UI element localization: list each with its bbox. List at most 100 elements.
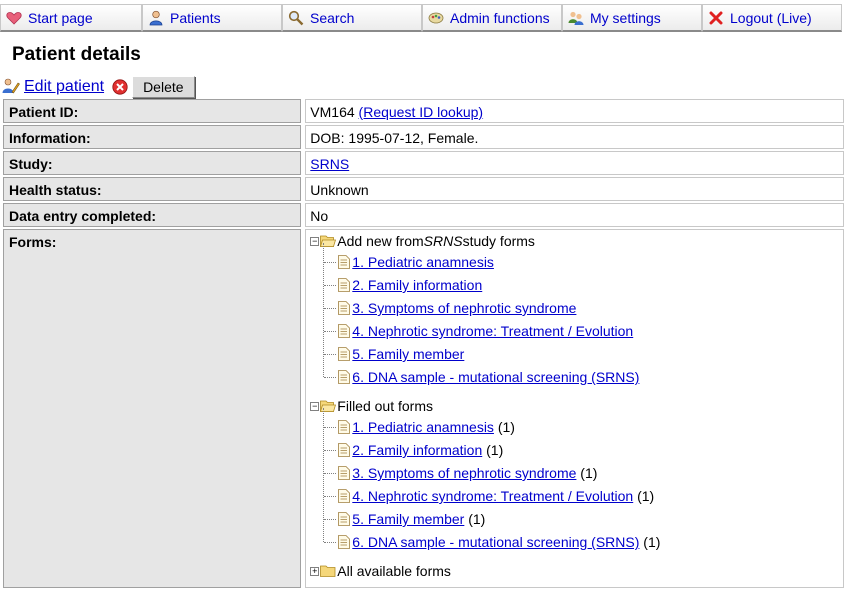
form-filled-out-item: 4. Nephrotic syndrome: Treatment / Evolu… — [338, 486, 654, 506]
nav-logout-label: Logout (Live) — [730, 9, 812, 26]
tree-connector-branch — [324, 262, 337, 263]
study-cell: SRNS — [305, 151, 844, 175]
form-add-new-item: 5. Family member — [338, 344, 464, 364]
tree-connector-branch — [324, 308, 337, 309]
patient-id-label: Patient ID: — [3, 99, 302, 123]
expand-toggle-icon[interactable]: + — [310, 566, 320, 576]
row-health-status: Health status: Unknown — [3, 177, 844, 201]
patient-actions: Edit patient Delete — [2, 76, 195, 98]
patient-id-cell: VM164 (Request ID lookup) — [305, 99, 844, 123]
form-count: (1) — [639, 534, 661, 550]
form-link[interactable]: 2. Family information — [352, 277, 482, 293]
form-count: (1) — [464, 511, 486, 527]
top-navigation: Start page Patients Search Admin functio… — [0, 4, 844, 32]
form-link[interactable]: 4. Nephrotic syndrome: Treatment / Evolu… — [352, 323, 633, 339]
form-link[interactable]: 5. Family member — [352, 511, 464, 527]
patient-details-table: Patient ID: VM164 (Request ID lookup) In… — [3, 99, 844, 590]
tree-connector-branch — [324, 519, 337, 520]
form-link[interactable]: 6. DNA sample - mutational screening (SR… — [352, 534, 639, 550]
nav-admin-functions-label: Admin functions — [450, 9, 550, 26]
nav-my-settings-label: My settings — [590, 9, 661, 26]
edit-patient-link[interactable]: Edit patient — [24, 78, 104, 96]
form-add-new-item: 1. Pediatric anamnesis — [338, 252, 494, 272]
form-filled-out-item: 1. Pediatric anamnesis (1) — [338, 417, 515, 437]
tree-connector-branch — [324, 354, 337, 355]
tree-connector-branch — [324, 377, 337, 378]
document-icon — [338, 324, 352, 338]
nav-search[interactable]: Search — [282, 4, 422, 32]
row-information: Information: DOB: 1995-07-12, Female. — [3, 125, 844, 149]
form-add-new-item: 2. Family information — [338, 275, 482, 295]
document-icon — [338, 420, 352, 434]
information-label: Information: — [3, 125, 302, 149]
study-label: Study: — [3, 151, 302, 175]
document-icon — [338, 535, 352, 549]
form-link[interactable]: 1. Pediatric anamnesis — [352, 419, 494, 435]
red-x-icon — [708, 10, 724, 26]
tree-node-add-new[interactable]: − Add new from SRNS study forms — [310, 231, 535, 251]
nav-patients[interactable]: Patients — [142, 4, 282, 32]
delete-button[interactable]: Delete — [132, 76, 195, 98]
document-icon — [338, 347, 352, 361]
row-data-entry-completed: Data entry completed: No — [3, 203, 844, 227]
nav-admin-functions[interactable]: Admin functions — [422, 4, 562, 32]
document-icon — [338, 255, 352, 269]
tree-connector-line — [323, 408, 325, 542]
form-link[interactable]: 1. Pediatric anamnesis — [352, 254, 494, 270]
edit-patient-icon[interactable] — [2, 78, 20, 97]
form-filled-out-item: 2. Family information (1) — [338, 440, 503, 460]
study-link[interactable]: SRNS — [310, 156, 349, 172]
collapse-toggle-icon[interactable]: − — [310, 236, 320, 246]
heart-icon — [6, 10, 22, 26]
data-entry-completed-label: Data entry completed: — [3, 203, 302, 227]
tree-connector-branch — [324, 285, 337, 286]
document-icon — [338, 301, 352, 315]
form-count: (1) — [633, 488, 655, 504]
document-icon — [338, 443, 352, 457]
add-new-study-name: SRNS — [423, 233, 463, 249]
form-count: (1) — [493, 419, 515, 435]
form-count: (1) — [576, 465, 598, 481]
document-icon — [338, 278, 352, 292]
collapse-toggle-icon[interactable]: − — [310, 401, 320, 411]
form-add-new-item: 4. Nephrotic syndrome: Treatment / Evolu… — [338, 321, 633, 341]
nav-start-page[interactable]: Start page — [0, 4, 142, 32]
row-forms: Forms: − Add new from SRNS study forms 1. … — [3, 229, 844, 588]
tree-connector-branch — [324, 496, 337, 497]
tree-connector-branch — [324, 331, 337, 332]
admin-icon — [428, 10, 444, 26]
form-link[interactable]: 3. Symptoms of nephrotic syndrome — [352, 300, 576, 316]
nav-patients-label: Patients — [170, 9, 221, 26]
all-available-label: All available forms — [337, 563, 451, 579]
form-link[interactable]: 4. Nephrotic syndrome: Treatment / Evolu… — [352, 488, 633, 504]
add-new-suffix: study forms — [462, 233, 535, 249]
page-title: Patient details — [12, 44, 141, 65]
form-link[interactable]: 3. Symptoms of nephrotic syndrome — [352, 465, 576, 481]
tree-connector-branch — [324, 427, 337, 428]
delete-icon — [112, 79, 128, 95]
form-add-new-item: 3. Symptoms of nephrotic syndrome — [338, 298, 576, 318]
person-icon — [148, 10, 164, 26]
tree-node-filled-out[interactable]: − Filled out forms — [310, 396, 433, 416]
tree-connector-line — [323, 243, 325, 377]
form-link[interactable]: 6. DNA sample - mutational screening (SR… — [352, 369, 639, 385]
tree-connector-branch — [324, 542, 337, 543]
request-id-lookup-link[interactable]: (Request ID lookup) — [359, 104, 484, 120]
form-link[interactable]: 5. Family member — [352, 346, 464, 362]
tree-node-all-available[interactable]: + All available forms — [310, 561, 451, 581]
form-filled-out-item: 6. DNA sample - mutational screening (SR… — [338, 532, 660, 552]
nav-my-settings[interactable]: My settings — [562, 4, 702, 32]
folder-icon — [320, 564, 337, 578]
tree-connector-branch — [324, 450, 337, 451]
add-new-prefix: Add new from — [337, 233, 424, 249]
form-link[interactable]: 2. Family information — [352, 442, 482, 458]
form-add-new-item: 6. DNA sample - mutational screening (SR… — [338, 367, 639, 387]
forms-cell: − Add new from SRNS study forms 1. Pediatr… — [305, 229, 844, 588]
nav-search-label: Search — [310, 9, 355, 26]
nav-start-page-label: Start page — [28, 9, 93, 26]
document-icon — [338, 370, 352, 384]
patient-id-value: VM164 — [310, 104, 355, 120]
health-status-label: Health status: — [3, 177, 302, 201]
nav-logout[interactable]: Logout (Live) — [702, 4, 842, 32]
form-filled-out-item: 3. Symptoms of nephrotic syndrome (1) — [338, 463, 597, 483]
